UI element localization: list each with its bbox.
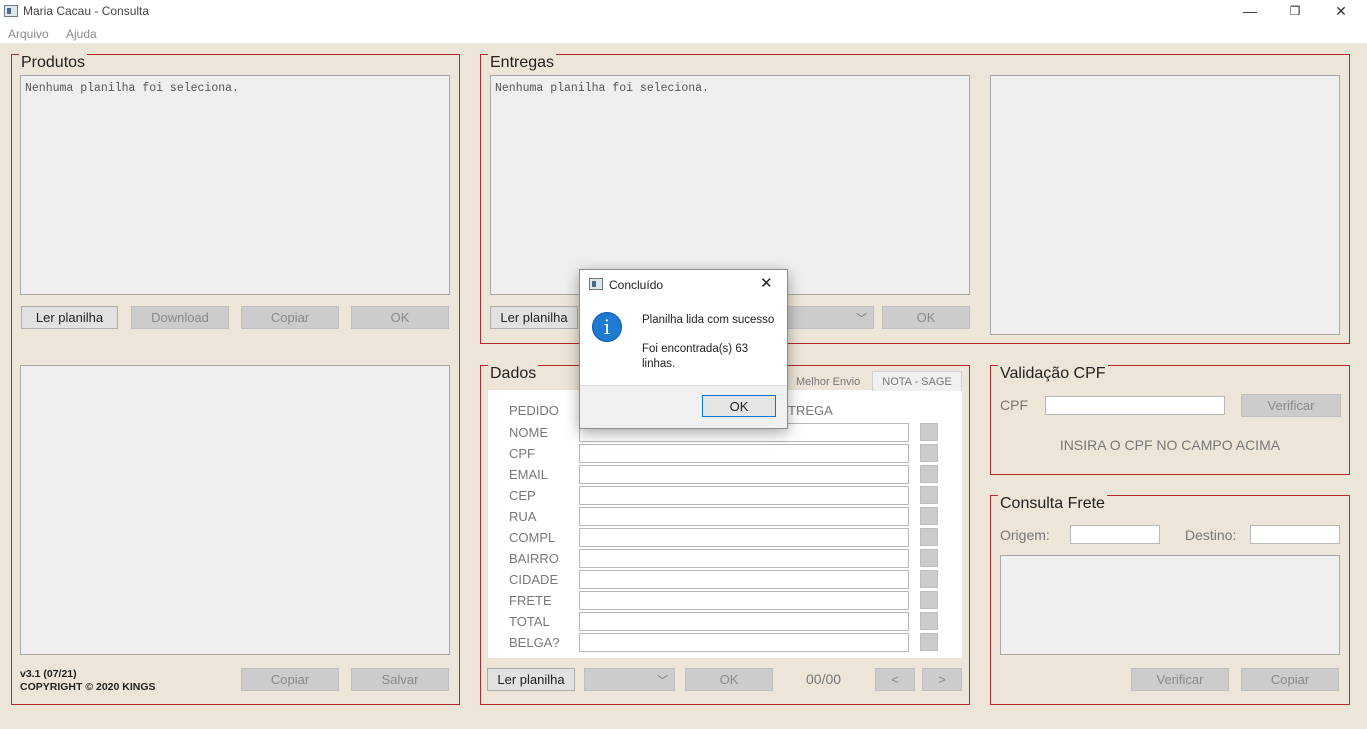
field-input-cep[interactable] [579,486,909,505]
field-label-compl: COMPL [509,530,556,545]
entregas-status-box: Nenhuma planilha foi seleciona. [490,75,970,295]
record-counter: 00/00 [806,671,842,687]
field-copy-button-email[interactable] [920,465,938,483]
dialog-close-icon[interactable]: ✕ [760,274,773,292]
field-copy-button-rua[interactable] [920,507,938,525]
produtos-salvar-button[interactable]: Salvar [351,668,449,691]
field-copy-button-belga[interactable] [920,633,938,651]
field-label-total: TOTAL [509,614,550,629]
origem-label: Origem: [1000,527,1050,543]
produtos-ler-planilha-button[interactable]: Ler planilha [21,306,118,329]
field-label-nome: NOME [509,425,548,440]
minimize-button[interactable]: — [1227,0,1273,24]
dados-ok-button[interactable]: OK [685,668,773,691]
origem-input[interactable] [1070,525,1160,544]
menu-arquivo[interactable]: Arquivo [8,27,49,41]
field-copy-button-cidade[interactable] [920,570,938,588]
field-copy-button-cep[interactable] [920,486,938,504]
restore-button[interactable]: ❐ [1272,0,1318,24]
close-button[interactable]: ✕ [1318,0,1364,24]
field-input-bairro[interactable] [579,549,909,568]
produtos-output-box [20,365,450,655]
frete-copiar-button[interactable]: Copiar [1241,668,1339,691]
field-input-frete[interactable] [579,591,909,610]
field-copy-button-compl[interactable] [920,528,938,546]
entregas-ok-button[interactable]: OK [882,306,970,329]
field-input-compl[interactable] [579,528,909,547]
cpf-message: INSIRA O CPF NO CAMPO ACIMA [1059,437,1281,453]
produtos-ok-button[interactable]: OK [351,306,449,329]
window-title: Maria Cacau - Consulta [23,4,150,18]
field-label-cidade: CIDADE [509,572,559,587]
dialog-message-line2: Foi encontrada(s) 63 linhas. [642,343,749,370]
field-label-cpf: CPF [509,446,535,461]
field-input-total[interactable] [579,612,909,631]
prev-button[interactable]: < [875,668,915,691]
menu-bar: Arquivo Ajuda [0,24,1367,44]
field-label-cep: CEP [509,488,536,503]
dialog-title: Concluído [609,278,664,292]
field-input-cpf[interactable] [579,444,909,463]
field-copy-button-frete[interactable] [920,591,938,609]
pedido-label: PEDIDO [509,403,559,418]
field-input-cidade[interactable] [579,570,909,589]
frete-verificar-button[interactable]: Verificar [1131,668,1229,691]
entregas-ler-planilha-button[interactable]: Ler planilha [490,306,578,329]
concluido-dialog: Concluído ✕ i Planilha lida com sucesso … [579,269,788,429]
cpf-label: CPF [1000,397,1028,413]
copyright-text: COPYRIGHT © 2020 KINGS [20,681,156,693]
next-button[interactable]: > [922,668,962,691]
field-input-email[interactable] [579,465,909,484]
tab-melhor-envio[interactable]: Melhor Envio [788,372,868,392]
entregas-status-text: Nenhuma planilha foi seleciona. [495,82,709,95]
field-label-email: EMAIL [509,467,549,482]
field-label-rua: RUA [509,509,537,524]
entregas-preview-box [990,75,1340,335]
app-icon [4,5,18,17]
field-label-frete: FRETE [509,593,552,608]
frete-output-box [1000,555,1340,655]
field-copy-button-nome[interactable] [920,423,938,441]
menu-ajuda[interactable]: Ajuda [66,27,97,41]
dados-select[interactable]: ﹀ [584,668,675,691]
title-bar: Maria Cacau - Consulta — ❐ ✕ [0,0,1367,24]
chevron-down-icon: ﹀ [657,675,668,687]
version-text: v3.1 (07/21) [20,668,77,680]
field-copy-button-bairro[interactable] [920,549,938,567]
field-label-bairro: BAIRRO [509,551,559,566]
cpf-input[interactable] [1045,396,1225,415]
frete-title: Consulta Frete [998,495,1107,513]
destino-input[interactable] [1250,525,1340,544]
entregas-title: Entregas [488,54,557,72]
dialog-message-line1: Planilha lida com sucesso [642,314,775,326]
dados-title: Dados [488,365,539,383]
field-copy-button-cpf[interactable] [920,444,938,462]
entrega-label: TREGA [788,403,833,418]
produtos-download-button[interactable]: Download [131,306,229,329]
dados-ler-planilha-button[interactable]: Ler planilha [487,668,575,691]
field-copy-button-total[interactable] [920,612,938,630]
produtos-copiar-button[interactable]: Copiar [241,306,339,329]
dialog-footer: OK [580,385,787,428]
produtos-title: Produtos [19,54,88,72]
info-icon: i [592,312,622,342]
entregas-select[interactable]: ﹀ [786,306,874,329]
validacao-title: Validação CPF [998,365,1108,383]
destino-label: Destino: [1185,527,1237,543]
cpf-verificar-button[interactable]: Verificar [1241,394,1341,417]
dialog-app-icon [589,278,603,290]
tab-nota-sage[interactable]: NOTA - SAGE [872,371,962,391]
dialog-ok-button[interactable]: OK [702,395,776,417]
field-input-rua[interactable] [579,507,909,526]
field-input-belga[interactable] [579,633,909,652]
produtos-status-box: Nenhuma planilha foi seleciona. [20,75,450,295]
chevron-down-icon: ﹀ [856,313,867,325]
field-label-belga: BELGA? [509,635,560,650]
produtos-bottom-copiar-button[interactable]: Copiar [241,668,339,691]
produtos-status-text: Nenhuma planilha foi seleciona. [25,82,239,95]
